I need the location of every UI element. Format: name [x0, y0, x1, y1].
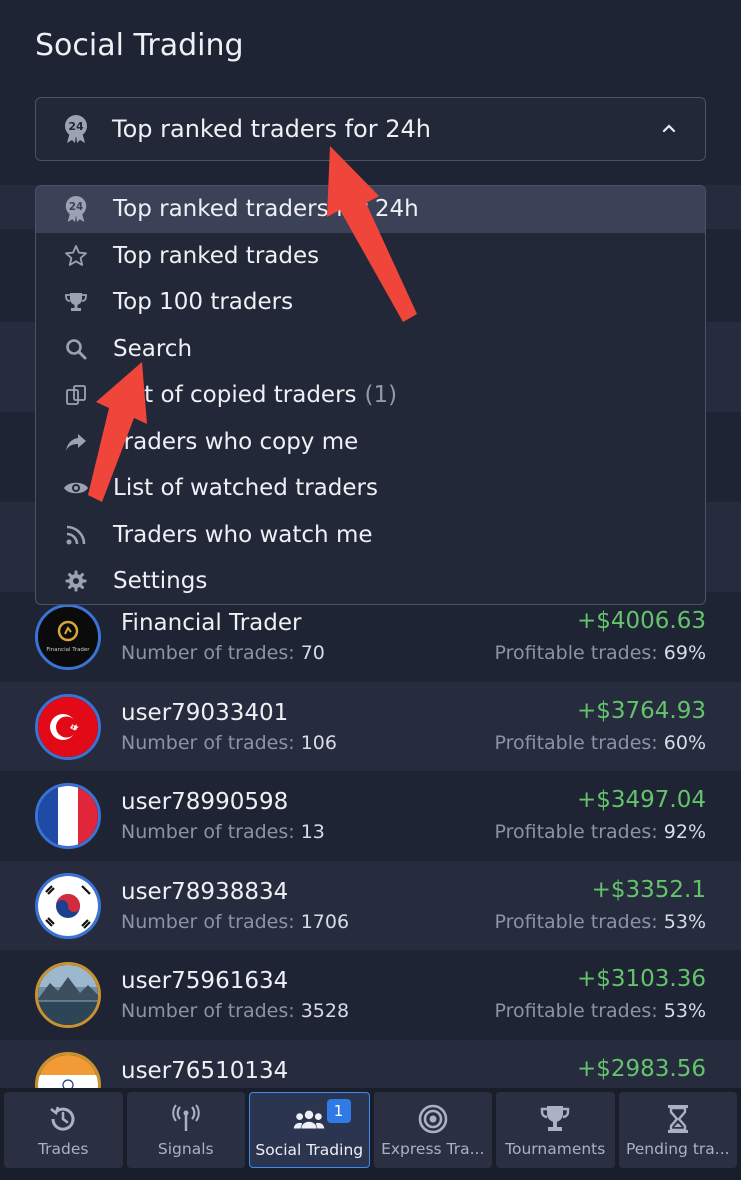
- profitable-percent: Profitable trades: 53%: [494, 1000, 706, 1022]
- menu-item-traders-who-watch-me[interactable]: Traders who watch me: [36, 512, 705, 559]
- trades-count: Number of trades: 3528: [121, 1000, 350, 1022]
- trader-profit: +$3497.04: [576, 787, 706, 813]
- avatar: [35, 693, 101, 760]
- menu-item-label: Search: [113, 335, 193, 362]
- selector-label: Top ranked traders for 24h: [112, 115, 431, 143]
- award-24-icon: 24: [62, 195, 90, 223]
- nav-label: Express Tra...: [381, 1140, 485, 1158]
- menu-item-top-100-traders[interactable]: Top 100 traders: [36, 279, 705, 326]
- menu-item-top-ranked-trades[interactable]: Top ranked trades: [36, 233, 705, 280]
- page-title: Social Trading: [35, 28, 244, 63]
- trophy-icon: [62, 288, 90, 316]
- trader-name: user78938834: [121, 878, 289, 905]
- nav-trades[interactable]: Trades: [4, 1092, 123, 1168]
- trader-name: user79033401: [121, 699, 289, 726]
- copied-count: (1): [364, 382, 398, 409]
- france-flag: [38, 786, 98, 846]
- avatar: [35, 783, 101, 849]
- avatar: [35, 872, 101, 939]
- trader-profit: +$3352.1: [591, 876, 706, 903]
- trader-name: Financial Trader: [121, 610, 302, 636]
- history-icon: [46, 1102, 80, 1136]
- menu-item-label: Settings: [113, 568, 208, 595]
- south-korea-flag: [38, 875, 98, 936]
- menu-item-watched-traders[interactable]: List of watched traders: [36, 465, 705, 512]
- trader-profit: +$2983.56: [576, 1055, 706, 1082]
- nav-social-trading[interactable]: Social Trading 1: [249, 1092, 370, 1168]
- nav-signals[interactable]: Signals: [126, 1092, 245, 1168]
- ranking-selector[interactable]: 24 Top ranked traders for 24h: [35, 97, 706, 161]
- nav-label: Trades: [37, 1140, 89, 1158]
- menu-item-label: Top ranked trades: [113, 242, 320, 269]
- hourglass-icon: [661, 1102, 695, 1136]
- menu-item-label: Traders who watch me: [113, 521, 373, 548]
- menu-item-label: List of watched traders: [113, 475, 378, 502]
- eye-icon: [62, 474, 90, 502]
- avatar: [35, 962, 101, 1028]
- menu-item-copied-traders[interactable]: List of copied traders (1): [36, 372, 705, 419]
- svg-text:Financial Trader: Financial Trader: [46, 647, 90, 653]
- search-icon: [62, 335, 90, 363]
- menu-item-search[interactable]: Search: [36, 326, 705, 373]
- menu-item-label: Traders who copy me: [113, 428, 359, 455]
- nav-label: Pending tra...: [625, 1140, 730, 1158]
- trader-name: user78990598: [121, 789, 289, 815]
- landscape-photo: [38, 965, 98, 1025]
- nav-label: Tournaments: [505, 1140, 606, 1158]
- trades-count: Number of trades: 13: [121, 821, 325, 843]
- antenna-icon: [169, 1102, 203, 1136]
- trader-list: Financial Trader Financial Trader Number…: [0, 592, 741, 1129]
- notification-badge: 1: [326, 1099, 351, 1123]
- profitable-percent: Profitable trades: 53%: [494, 910, 706, 933]
- award-24-icon: 24: [60, 113, 92, 145]
- trader-profit: +$3103.36: [576, 966, 706, 992]
- trader-row[interactable]: user79033401 Number of trades: 106 +$376…: [0, 681, 741, 771]
- chevron-up-icon: [659, 118, 679, 138]
- trader-name: user76510134: [121, 1057, 289, 1084]
- trader-profit: +$4006.63: [576, 608, 706, 634]
- nav-tournaments[interactable]: Tournaments: [496, 1092, 615, 1168]
- profitable-percent: Profitable trades: 69%: [494, 642, 706, 664]
- share-icon: [62, 428, 90, 456]
- trader-name: user75961634: [121, 968, 289, 994]
- menu-item-label: List of copied traders: [113, 382, 357, 409]
- svg-text:24: 24: [68, 120, 84, 133]
- bottom-navigation: Trades Signals Social Trading 1 Express …: [0, 1088, 741, 1180]
- menu-item-label: Top 100 traders: [113, 289, 294, 316]
- menu-item-top-ranked-traders-24h[interactable]: 24 Top ranked traders for 24h: [36, 186, 705, 233]
- nav-express-trades[interactable]: Express Tra...: [373, 1092, 492, 1168]
- target-icon: [416, 1102, 450, 1136]
- trader-profit: +$3764.93: [576, 697, 706, 724]
- menu-item-label: Top ranked traders for 24h: [113, 196, 419, 223]
- trader-row[interactable]: Financial Trader Financial Trader Number…: [0, 592, 741, 682]
- rss-icon: [62, 521, 90, 549]
- trophy-icon: [538, 1102, 572, 1136]
- trades-count: Number of trades: 70: [121, 642, 325, 664]
- users-icon: [292, 1103, 326, 1137]
- nav-pending-trades[interactable]: Pending tra...: [618, 1092, 737, 1168]
- copy-icon: [62, 381, 90, 409]
- trader-row[interactable]: user78990598 Number of trades: 13 +$3497…: [0, 771, 741, 861]
- trader-row[interactable]: user75961634 Number of trades: 3528 +$31…: [0, 950, 741, 1040]
- turkey-flag: [38, 696, 98, 757]
- ranking-dropdown-menu: 24 Top ranked traders for 24h Top ranked…: [35, 185, 706, 605]
- trader-row[interactable]: user78938834 Number of trades: 1706 +$33…: [0, 860, 741, 950]
- trades-count: Number of trades: 106: [121, 731, 337, 754]
- svg-text:24: 24: [69, 202, 83, 213]
- menu-item-settings[interactable]: Settings: [36, 558, 705, 604]
- nav-label: Signals: [157, 1140, 214, 1158]
- profitable-percent: Profitable trades: 92%: [494, 821, 706, 843]
- gear-icon: [62, 567, 90, 595]
- financial-trader-logo: Financial Trader: [38, 607, 98, 667]
- star-icon: [62, 242, 90, 270]
- profitable-percent: Profitable trades: 60%: [494, 731, 706, 754]
- nav-label: Social Trading: [255, 1141, 364, 1159]
- avatar: Financial Trader: [35, 604, 101, 670]
- trades-count: Number of trades: 1706: [121, 910, 350, 933]
- menu-item-traders-who-copy-me[interactable]: Traders who copy me: [36, 419, 705, 466]
